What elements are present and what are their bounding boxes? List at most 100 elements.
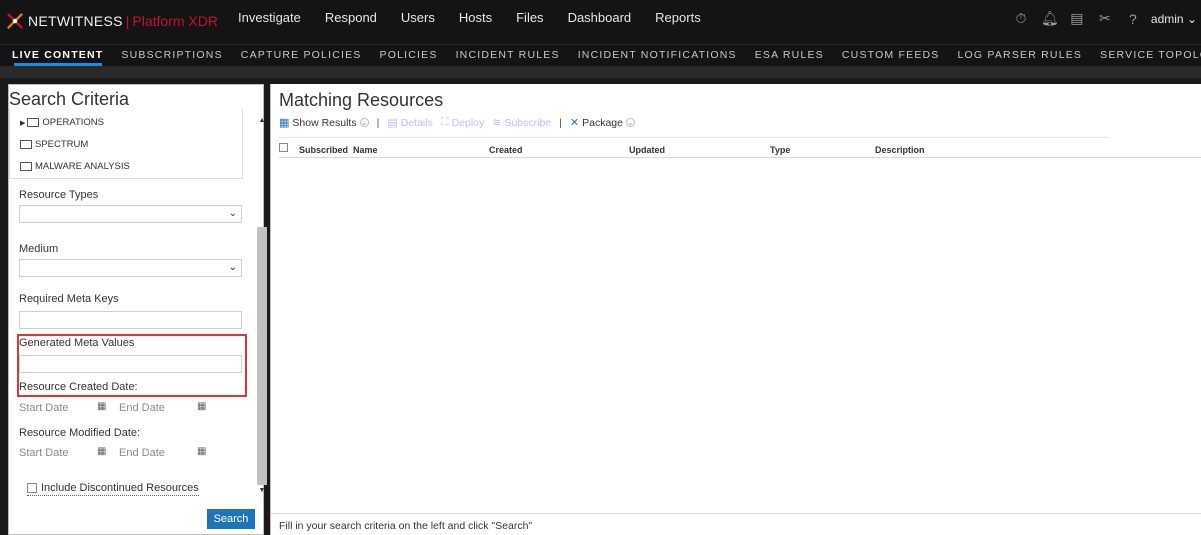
scroll-up-icon[interactable]: ▲ <box>257 117 267 124</box>
nav-reports[interactable]: Reports <box>655 10 701 25</box>
medium-select[interactable]: ⌄ <box>19 259 242 277</box>
brand[interactable]: NETWITNESS | Platform XDR <box>6 10 218 32</box>
tree-item-label: MALWARE ANALYSIS <box>35 161 130 172</box>
calendar-icon[interactable]: ▦ <box>97 401 106 412</box>
chevron-down-icon: ⌄ <box>1186 11 1197 26</box>
tools-icon: ✕ <box>569 117 580 129</box>
medium-label: Medium <box>19 243 59 255</box>
user-menu[interactable]: admin ⌄ <box>1151 12 1197 26</box>
tab-custom-feeds[interactable]: CUSTOM FEEDS <box>842 45 940 67</box>
toolbar-divider-line <box>279 137 1109 138</box>
subscribe-label: Subscribe <box>504 116 552 129</box>
tree-item-operations[interactable]: ▶ OPERATIONS <box>20 117 104 128</box>
chevron-down-icon: ⌄ <box>228 208 237 219</box>
search-criteria-title: Search Criteria <box>9 89 130 109</box>
highlight-box <box>17 334 247 397</box>
nav-files[interactable]: Files <box>516 10 543 25</box>
notes-icon[interactable]: ▤ <box>1069 10 1085 27</box>
column-name[interactable]: Name <box>353 145 378 155</box>
top-bar: NETWITNESS | Platform XDR Investigate Re… <box>0 0 1201 44</box>
folder-icon <box>20 162 32 171</box>
content-header-strip <box>0 66 1201 78</box>
nav-users[interactable]: Users <box>401 10 435 25</box>
chevron-down-icon: ⌄ <box>228 262 237 273</box>
bell-icon[interactable]: 🔔︎ <box>1041 10 1059 27</box>
tree-item-label: SPECTRUM <box>35 139 89 150</box>
modified-start-date-input[interactable]: Start Date <box>19 447 69 459</box>
brand-name: NETWITNESS <box>28 13 123 29</box>
tree-item-spectrum[interactable]: SPECTRUM <box>20 139 88 150</box>
required-meta-keys-label: Required Meta Keys <box>19 293 119 305</box>
show-results-label: Show Results <box>292 116 357 129</box>
show-results-button[interactable]: ▦ Show Results ⌄ <box>279 116 369 129</box>
resource-types-select[interactable]: ⌄ <box>19 205 242 223</box>
checkbox-icon[interactable] <box>27 483 37 493</box>
rss-icon: ≋ <box>492 117 502 129</box>
calendar-icon[interactable]: ▦ <box>197 446 206 457</box>
tab-incident-rules[interactable]: INCIDENT RULES <box>456 45 560 67</box>
resource-modified-label: Resource Modified Date: <box>19 427 141 439</box>
select-all-checkbox[interactable] <box>279 143 288 152</box>
tab-esa-rules[interactable]: ESA RULES <box>755 45 824 67</box>
tools-icon[interactable]: ✂ <box>1097 10 1113 27</box>
scroll-thumb[interactable] <box>257 227 267 485</box>
search-criteria-panel: Search Criteria ▶ OPERATIONS SPECTRUM MA… <box>8 84 267 535</box>
column-subscribed[interactable]: Subscribed <box>299 145 348 155</box>
caret-right-icon[interactable]: ▶ <box>20 119 25 127</box>
subscribe-button[interactable]: ≋ Subscribe <box>492 116 552 130</box>
category-tree: ▶ OPERATIONS SPECTRUM MALWARE ANALYSIS <box>9 109 243 179</box>
include-discontinued-label: Include Discontinued Resources <box>41 482 199 494</box>
calendar-icon[interactable]: ▦ <box>97 446 106 457</box>
details-label: Details <box>400 116 433 129</box>
created-start-date-input[interactable]: Start Date <box>19 402 69 414</box>
package-button[interactable]: ✕ Package ⌄ <box>570 116 635 129</box>
details-button[interactable]: ▤ Details <box>387 116 433 130</box>
tab-subscriptions[interactable]: SUBSCRIPTIONS <box>121 45 222 67</box>
modified-end-date-input[interactable]: End Date <box>119 447 165 459</box>
chevron-down-icon: ⌄ <box>359 118 369 127</box>
toolbar-divider: | <box>376 116 380 129</box>
deploy-icon: ⛶ <box>440 116 449 128</box>
created-end-date-input[interactable]: End Date <box>119 402 165 414</box>
include-discontinued-checkbox[interactable]: Include Discontinued Resources <box>27 482 199 496</box>
required-meta-keys-input[interactable] <box>19 311 242 329</box>
timer-icon[interactable]: ⏱ <box>1013 10 1029 27</box>
column-type[interactable]: Type <box>770 145 790 155</box>
toolbar-divider: | <box>559 116 562 129</box>
status-message: Fill in your search criteria on the left… <box>271 513 1201 535</box>
column-created[interactable]: Created <box>489 145 523 155</box>
tab-policies[interactable]: POLICIES <box>380 45 438 67</box>
chevron-down-icon: ⌄ <box>626 118 635 127</box>
nav-investigate[interactable]: Investigate <box>238 10 301 25</box>
search-button[interactable]: Search <box>207 509 255 529</box>
tree-item-malware-analysis[interactable]: MALWARE ANALYSIS <box>20 161 130 172</box>
column-description[interactable]: Description <box>875 145 925 155</box>
sub-nav: LIVE CONTENT SUBSCRIPTIONS CAPTURE POLIC… <box>0 44 1201 66</box>
tab-service-topology[interactable]: SERVICE TOPOLOGY <box>1100 45 1201 67</box>
results-toolbar: ▦ Show Results ⌄ | ▤ Details ⛶ Deploy ≋ … <box>279 116 643 129</box>
nav-hosts[interactable]: Hosts <box>459 10 492 25</box>
tab-incident-notifications[interactable]: INCIDENT NOTIFICATIONS <box>578 45 737 67</box>
nav-dashboard[interactable]: Dashboard <box>568 10 632 25</box>
folder-icon <box>20 140 32 149</box>
folder-icon <box>27 118 40 127</box>
matching-resources-panel: Matching Resources ▦ Show Results ⌄ | ▤ … <box>270 84 1201 535</box>
scroll-down-icon[interactable]: ▼ <box>257 487 267 494</box>
deploy-label: Deploy <box>451 116 485 129</box>
tab-capture-policies[interactable]: CAPTURE POLICIES <box>241 45 362 67</box>
results-table-header: Subscribed Name Created Updated Type Des… <box>279 142 1201 158</box>
user-name: admin <box>1150 11 1184 26</box>
deploy-button[interactable]: ⛶ Deploy <box>441 116 484 129</box>
brand-product: Platform XDR <box>132 13 218 29</box>
top-icons: ⏱ 🔔︎ ▤ ✂ ? admin ⌄ <box>1001 10 1197 27</box>
nav-respond[interactable]: Respond <box>325 10 377 25</box>
calendar-icon[interactable]: ▦ <box>197 401 206 412</box>
netwitness-logo-icon <box>7 13 23 29</box>
help-icon[interactable]: ? <box>1125 11 1141 27</box>
tree-item-label: OPERATIONS <box>42 117 104 128</box>
column-updated[interactable]: Updated <box>629 145 665 155</box>
tab-log-parser-rules[interactable]: LOG PARSER RULES <box>958 45 1083 67</box>
left-panel-scrollbar[interactable]: ▲ ▼ <box>257 117 267 497</box>
grid-icon: ▦ <box>279 117 290 129</box>
matching-resources-title: Matching Resources <box>279 90 444 110</box>
